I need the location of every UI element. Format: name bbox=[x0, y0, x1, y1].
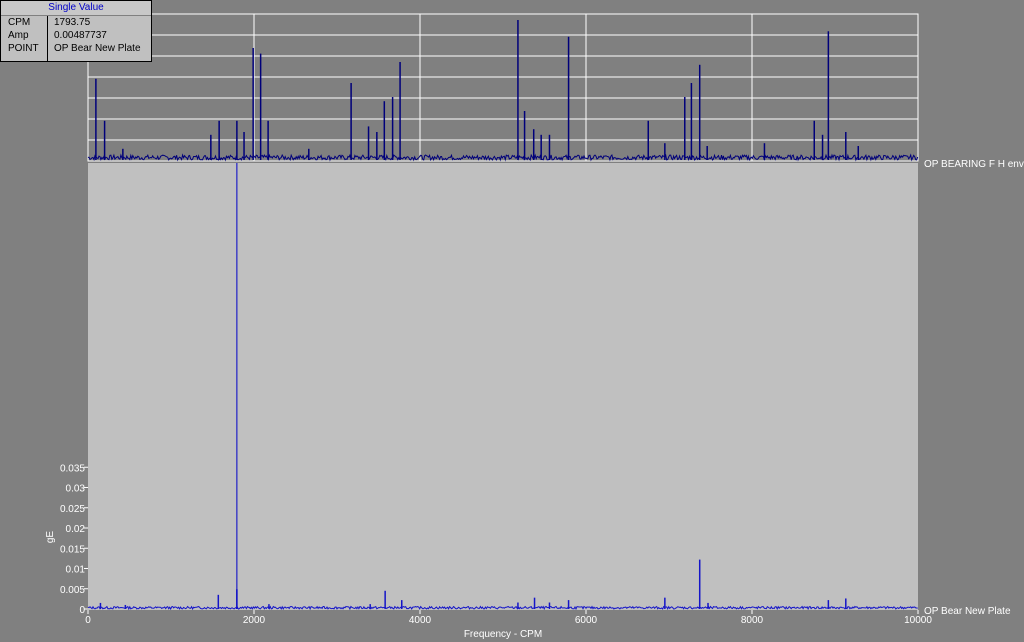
cpm-label: CPM bbox=[8, 17, 31, 28]
spectrum-chart: 00.0050.010.0150.020.0250.030.035 0 2000 4… bbox=[45, 13, 1024, 640]
amp-label: Amp bbox=[8, 30, 29, 41]
top-series-label: OP BEARING F H env bbox=[924, 159, 1024, 170]
amp-value: 0.00487737 bbox=[54, 30, 107, 41]
x-tick-label: 8000 bbox=[741, 615, 764, 626]
y-axis-ticks: 00.0050.010.0150.020.0250.030.035 bbox=[60, 463, 88, 616]
info-row-point: POINT OP Bear New Plate bbox=[1, 42, 151, 55]
x-tick-label: 4000 bbox=[409, 615, 432, 626]
x-axis-label: Frequency - CPM bbox=[464, 629, 542, 640]
point-label: POINT bbox=[8, 43, 39, 54]
single-value-title: Single Value bbox=[1, 1, 151, 16]
top-plot-frame bbox=[87, 13, 919, 162]
y-axis-label: gE bbox=[45, 531, 56, 544]
x-axis-ticks: 0 2000 4000 6000 8000 10000 bbox=[85, 610, 932, 626]
single-value-panel[interactable]: Single Value CPM 1793.75 Amp 0.00487737 … bbox=[0, 0, 152, 62]
top-plot-grid bbox=[87, 13, 919, 162]
x-tick-label: 2000 bbox=[243, 615, 266, 626]
y-tick-label: 0.005 bbox=[60, 585, 85, 596]
x-tick-label: 6000 bbox=[575, 615, 598, 626]
bottom-series-label: OP Bear New Plate bbox=[924, 606, 1011, 617]
x-tick-label: 0 bbox=[85, 615, 91, 626]
y-tick-label: 0.03 bbox=[66, 484, 86, 495]
y-tick-label: 0.035 bbox=[60, 463, 85, 474]
y-tick-label: 0.02 bbox=[66, 524, 86, 535]
plot-area bbox=[88, 163, 918, 610]
y-tick-label: 0.01 bbox=[66, 565, 86, 576]
info-row-cpm: CPM 1793.75 bbox=[1, 16, 151, 29]
y-tick-label: 0.025 bbox=[60, 504, 85, 515]
point-value: OP Bear New Plate bbox=[54, 43, 141, 54]
cpm-value: 1793.75 bbox=[54, 17, 91, 28]
top-plot-trace bbox=[87, 153, 919, 162]
y-tick-label: 0.015 bbox=[60, 544, 85, 555]
top-plot-peaks bbox=[95, 20, 859, 160]
info-row-amp: Amp 0.00487737 bbox=[1, 29, 151, 42]
